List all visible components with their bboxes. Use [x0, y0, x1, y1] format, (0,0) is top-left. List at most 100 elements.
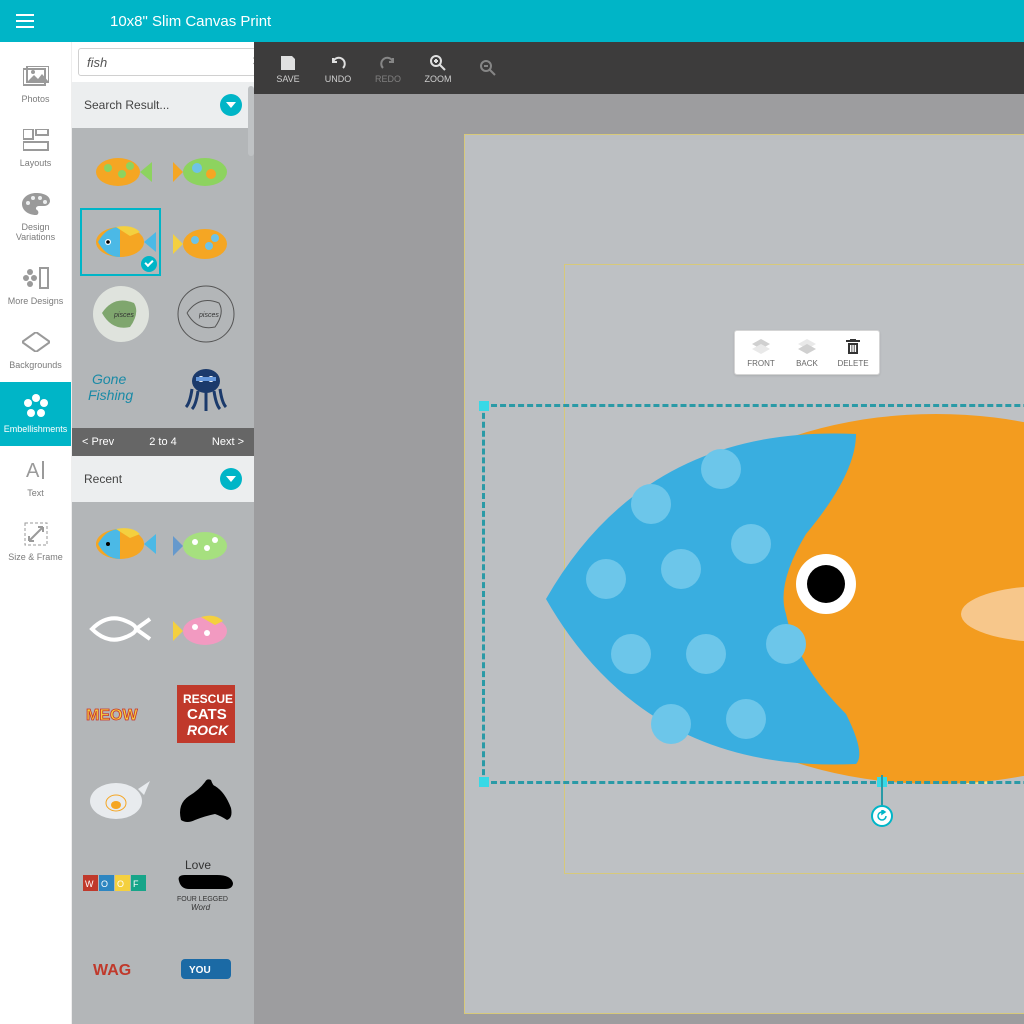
more-designs-icon — [2, 264, 69, 292]
document-title: 10x8" Slim Canvas Print — [110, 13, 271, 30]
rail-label: Photos — [2, 94, 69, 104]
bring-front-button[interactable]: FRONT — [739, 337, 783, 368]
embellishment-thumb[interactable] — [80, 136, 161, 204]
embellishments-panel: × Search Result... pisces pisces — [72, 42, 254, 1024]
embellishment-thumb[interactable] — [165, 765, 246, 833]
svg-text:Gone: Gone — [92, 371, 126, 387]
save-icon — [279, 52, 297, 74]
undo-button[interactable]: UNDO — [318, 52, 358, 84]
layers-back-icon — [798, 337, 816, 357]
svg-text:W: W — [85, 879, 94, 889]
svg-text:CATS: CATS — [187, 706, 227, 723]
photos-icon — [2, 62, 69, 90]
trash-icon — [846, 337, 860, 357]
rail-photos[interactable]: Photos — [0, 52, 71, 116]
embellishment-thumb[interactable]: pisces — [80, 280, 161, 348]
top-bar: 10x8" Slim Canvas Print — [0, 0, 1024, 42]
embellishment-thumb[interactable]: pisces — [165, 280, 246, 348]
zoom-in-icon — [429, 52, 447, 74]
svg-text:O: O — [117, 879, 124, 889]
embellishment-thumb[interactable]: RESCUECATSROCK — [165, 680, 246, 748]
resize-handle-top-left[interactable] — [479, 401, 489, 411]
rotate-handle[interactable] — [871, 805, 893, 827]
pager-prev[interactable]: < Prev — [82, 436, 114, 448]
embellishment-thumb[interactable]: Love FOUR LEGGEDWord — [165, 850, 246, 918]
rail-layouts[interactable]: Layouts — [0, 116, 71, 180]
save-button[interactable]: SAVE — [268, 52, 308, 84]
rail-design-variations[interactable]: Design Variations — [0, 180, 71, 254]
results-pager: < Prev 2 to 4 Next > — [72, 428, 254, 456]
embellishment-thumb[interactable] — [80, 595, 161, 663]
rail-label: More Designs — [2, 296, 69, 306]
undo-icon — [329, 52, 347, 74]
svg-text:A: A — [26, 460, 40, 481]
size-frame-icon — [2, 520, 69, 548]
svg-text:O: O — [101, 879, 108, 889]
redo-icon — [379, 52, 397, 74]
embellishment-thumb[interactable] — [165, 208, 246, 276]
embellishment-thumb[interactable] — [165, 352, 246, 420]
selection-bounding-box[interactable] — [482, 404, 1024, 784]
section-title: Search Result... — [84, 98, 169, 112]
embellishment-thumb[interactable] — [80, 510, 161, 578]
svg-text:YOU: YOU — [189, 965, 211, 976]
search-input[interactable] — [78, 48, 254, 76]
layouts-icon — [2, 126, 69, 154]
rail-more-designs[interactable]: More Designs — [0, 254, 71, 318]
send-back-button[interactable]: BACK — [785, 337, 829, 368]
embellishment-thumb[interactable]: GoneFishing — [80, 352, 161, 420]
zoom-out-button — [468, 57, 508, 79]
search-results-header[interactable]: Search Result... — [72, 82, 254, 128]
embellishment-thumb[interactable]: YOU — [165, 935, 246, 1003]
recent-header[interactable]: Recent — [72, 456, 254, 502]
svg-text:F: F — [133, 879, 139, 889]
pager-position: 2 to 4 — [149, 436, 177, 448]
pager-next[interactable]: Next > — [212, 436, 244, 448]
backgrounds-icon — [2, 328, 69, 356]
embellishment-thumb[interactable] — [165, 510, 246, 578]
delete-button[interactable]: DELETE — [831, 337, 875, 368]
flower-icon — [2, 392, 69, 420]
svg-text:Fishing: Fishing — [88, 387, 133, 403]
embellishment-thumb[interactable]: WAG — [80, 935, 161, 1003]
canvas-stage[interactable]: FRONT BACK DELETE — [254, 94, 1024, 1024]
embellishment-thumb[interactable] — [165, 136, 246, 204]
zoom-out-icon — [479, 57, 497, 79]
left-rail: Photos Layouts Design Variations More De… — [0, 42, 72, 1024]
rail-label: Embellishments — [2, 424, 69, 434]
rail-label: Size & Frame — [2, 552, 69, 562]
chevron-down-icon — [220, 94, 242, 116]
embellishment-thumb[interactable] — [80, 765, 161, 833]
rail-embellishments[interactable]: Embellishments — [0, 382, 71, 446]
embellishment-thumb-selected[interactable] — [80, 208, 161, 276]
rail-label: Layouts — [2, 158, 69, 168]
svg-text:RESCUE: RESCUE — [183, 692, 233, 706]
rail-backgrounds[interactable]: Backgrounds — [0, 318, 71, 382]
rail-label: Text — [2, 488, 69, 498]
svg-text:Word: Word — [191, 903, 211, 912]
svg-text:MEOW: MEOW — [86, 707, 138, 724]
clear-search-button[interactable]: × — [252, 53, 254, 71]
resize-handle-bottom-left[interactable] — [479, 777, 489, 787]
svg-text:pisces: pisces — [113, 312, 134, 319]
recent-grid: MEOW RESCUECATSROCK WOOF LoveFOUR LEGGED… — [72, 502, 254, 1024]
palette-icon — [2, 190, 69, 218]
rail-label: Backgrounds — [2, 360, 69, 370]
canvas-area: SAVE UNDO REDO ZOOM — [254, 42, 1024, 1024]
embellishment-thumb[interactable]: WOOF — [80, 850, 161, 918]
zoom-button[interactable]: ZOOM — [418, 52, 458, 84]
svg-text:FOUR LEGGED: FOUR LEGGED — [177, 896, 228, 903]
section-title: Recent — [84, 472, 122, 486]
embellishment-thumb[interactable]: MEOW — [80, 680, 161, 748]
svg-text:ROCK: ROCK — [187, 722, 229, 738]
rail-label: Design Variations — [2, 222, 69, 242]
hamburger-menu-button[interactable] — [0, 20, 50, 22]
layers-front-icon — [752, 337, 770, 357]
svg-text:WAG: WAG — [93, 962, 131, 979]
embellishment-thumb[interactable] — [165, 595, 246, 663]
svg-text:Love: Love — [185, 858, 211, 872]
rail-text[interactable]: A Text — [0, 446, 71, 510]
rail-size-frame[interactable]: Size & Frame — [0, 510, 71, 574]
selected-check-icon — [141, 256, 157, 272]
object-toolbar: FRONT BACK DELETE — [734, 330, 880, 375]
